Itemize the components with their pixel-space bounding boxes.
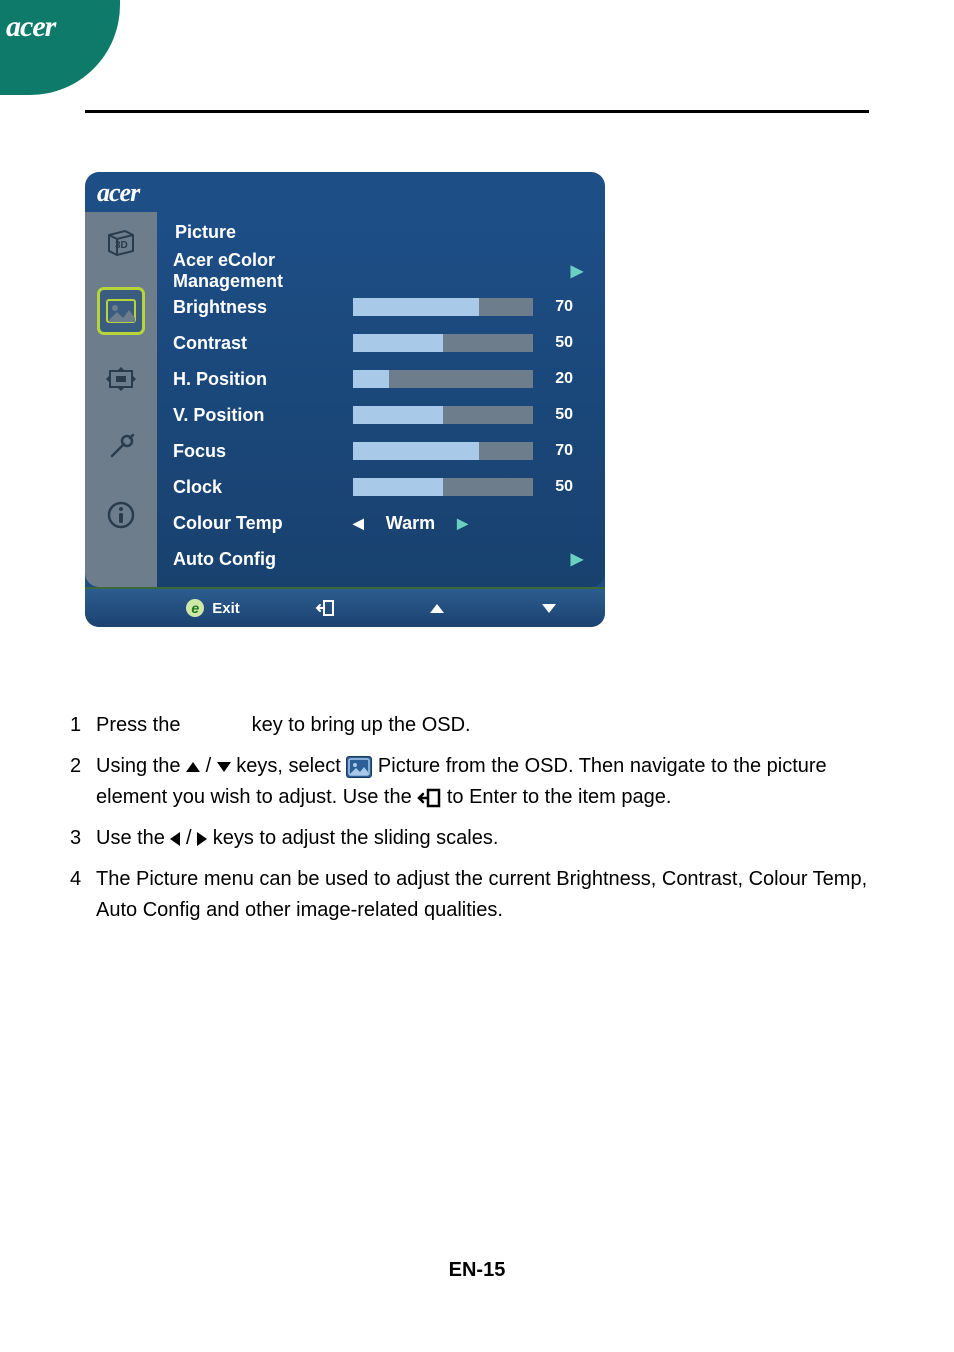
footer-exit-label: Exit (212, 600, 240, 617)
slider-track[interactable] (353, 370, 533, 388)
text: Press the (96, 714, 186, 736)
three-d-icon[interactable]: 3D (100, 222, 142, 264)
list-number: 4 (70, 864, 96, 926)
row-ecolor[interactable]: Acer eColor Management ▶ (173, 253, 589, 289)
row-value: 50 (533, 334, 573, 352)
chevron-right-icon[interactable]: ▶ (457, 515, 468, 532)
row-autoconfig[interactable]: Auto Config ▶ (173, 541, 589, 577)
row-focus[interactable]: Focus 70 (173, 433, 589, 469)
list-number: 1 (70, 710, 96, 741)
triangle-down-icon (217, 762, 231, 772)
brand-corner: acer (0, 0, 120, 95)
slider-track[interactable] (353, 406, 533, 424)
enter-inline-icon (417, 788, 441, 808)
osd-footer: e Exit (85, 587, 605, 627)
triangle-left-icon (170, 832, 180, 846)
list-number: 3 (70, 823, 96, 854)
settings-icon[interactable] (100, 426, 142, 468)
slider-fill (353, 442, 479, 460)
osd-panel: acer 3D Picture Acer eColor Management (85, 172, 605, 627)
chevron-right-icon: ▶ (571, 261, 589, 281)
text: Use the (96, 827, 170, 849)
enter-icon (315, 599, 335, 617)
slider-fill (353, 334, 443, 352)
slider-track[interactable] (353, 334, 533, 352)
row-label: V. Position (173, 405, 353, 426)
text: keys, select (236, 755, 346, 777)
instruction-1: 1 Press the key to bring up the OSD. (70, 710, 869, 741)
osd-brand-logo: acer (97, 178, 139, 207)
slider-track[interactable] (353, 478, 533, 496)
text: keys to adjust the sliding scales. (213, 827, 499, 849)
instruction-3: 3 Use the / keys to adjust the sliding s… (70, 823, 869, 854)
row-value: 70 (533, 298, 573, 316)
triangle-right-icon (197, 832, 207, 846)
picture-icon[interactable] (100, 290, 142, 332)
text: to Enter to the item page. (447, 786, 672, 808)
row-vpos[interactable]: V. Position 50 (173, 397, 589, 433)
slider-track[interactable] (353, 298, 533, 316)
slider-fill (353, 406, 443, 424)
row-label: Focus (173, 441, 353, 462)
picture-mini-icon (346, 756, 372, 778)
footer-up[interactable] (381, 604, 493, 613)
list-number: 2 (70, 751, 96, 813)
instruction-2: 2 Using the / keys, select Picture from … (70, 751, 869, 813)
osd-header: acer (85, 172, 605, 212)
footer-exit[interactable]: e Exit (157, 599, 269, 617)
row-value: 70 (533, 442, 573, 460)
row-label: Auto Config (173, 549, 353, 570)
row-label: Brightness (173, 297, 353, 318)
row-value: 20 (533, 370, 573, 388)
osd-section-title: Picture (175, 222, 589, 243)
svg-text:3D: 3D (115, 240, 128, 251)
osd-sidebar: 3D (85, 212, 157, 587)
row-contrast[interactable]: Contrast 50 (173, 325, 589, 361)
row-value: 50 (533, 478, 573, 496)
slider-fill (353, 298, 479, 316)
row-label: Colour Temp (173, 513, 353, 534)
horizontal-rule (85, 110, 869, 113)
row-colourtemp[interactable]: Colour Temp ◀ Warm ▶ (173, 505, 589, 541)
brand-logo: acer (6, 10, 55, 43)
row-label: Acer eColor Management (173, 250, 353, 292)
slider-fill (353, 478, 443, 496)
footer-enter[interactable] (269, 599, 381, 617)
position-icon[interactable] (100, 358, 142, 400)
row-label: Clock (173, 477, 353, 498)
row-value: 50 (533, 406, 573, 424)
triangle-up-icon (430, 604, 444, 613)
instructions: 1 Press the key to bring up the OSD. 2 U… (70, 710, 869, 936)
e-badge-icon: e (186, 599, 204, 617)
triangle-up-icon (186, 762, 200, 772)
row-brightness[interactable]: Brightness 70 (173, 289, 589, 325)
slider-fill (353, 370, 389, 388)
text: The Picture menu can be used to adjust t… (96, 864, 869, 926)
triangle-down-icon (542, 604, 556, 613)
osd-body: 3D Picture Acer eColor Management ▶ Br (85, 212, 605, 587)
row-hpos[interactable]: H. Position 20 (173, 361, 589, 397)
row-clock[interactable]: Clock 50 (173, 469, 589, 505)
osd-content: Picture Acer eColor Management ▶ Brightn… (157, 212, 605, 587)
page-number: EN-15 (0, 1259, 954, 1282)
colourtemp-value: Warm (386, 513, 435, 534)
instruction-4: 4 The Picture menu can be used to adjust… (70, 864, 869, 926)
text: Using the (96, 755, 186, 777)
footer-down[interactable] (493, 604, 605, 613)
text: key to bring up the OSD. (252, 714, 471, 736)
slider-track[interactable] (353, 442, 533, 460)
chevron-right-icon: ▶ (571, 549, 589, 569)
row-label: H. Position (173, 369, 353, 390)
chevron-left-icon[interactable]: ◀ (353, 515, 364, 532)
info-icon[interactable] (100, 494, 142, 536)
row-label: Contrast (173, 333, 353, 354)
